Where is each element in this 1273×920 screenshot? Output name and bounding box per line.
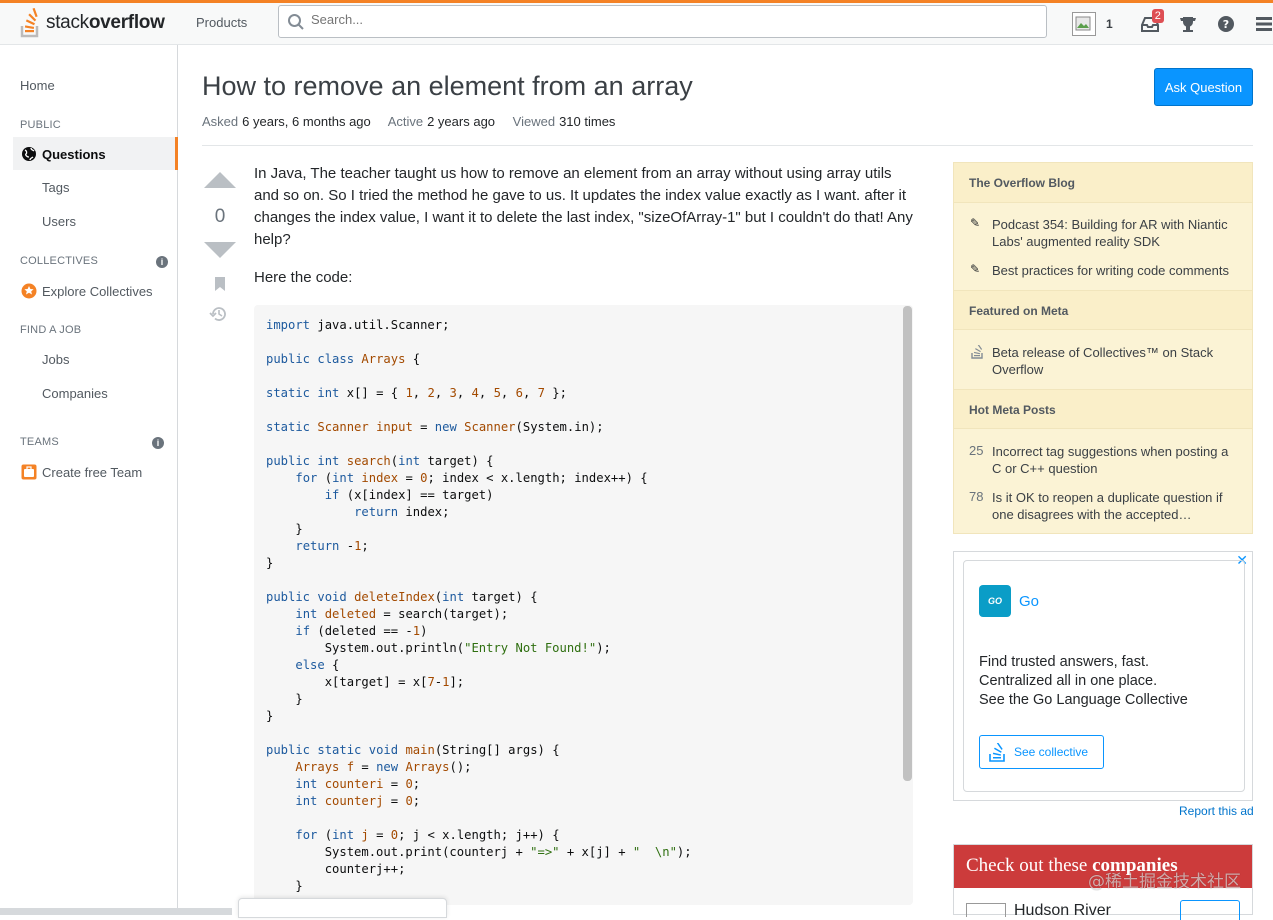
nav-home[interactable]: Home <box>20 78 55 93</box>
active-info: Active 2 years ago <box>387 114 496 129</box>
reputation-count: 1 <box>1106 17 1113 31</box>
hot-post-item[interactable]: Is it OK to reopen a duplicate question … <box>992 489 1237 523</box>
horizontal-scrollbar[interactable] <box>0 908 232 915</box>
question-body: In Java, The teacher taught us how to re… <box>254 163 914 305</box>
body-paragraph: In Java, The teacher taught us how to re… <box>254 165 913 248</box>
ad-line: See the Go Language Collective <box>979 692 1188 708</box>
question-meta: Asked 6 years, 6 months ago Active 2 years… <box>202 114 629 129</box>
body-paragraph: Here the code: <box>254 269 353 286</box>
hot-post-count: 78 <box>969 489 984 504</box>
ad-collective-name[interactable]: Go <box>1019 593 1039 610</box>
logo-text: stackoverflow <box>46 12 165 33</box>
question-title[interactable]: How to remove an element from an array <box>202 71 693 102</box>
nav-companies[interactable]: Companies <box>42 386 108 401</box>
asked-info: Asked 6 years, 6 months ago <box>202 114 371 129</box>
teams-info-icon[interactable]: i <box>152 437 164 449</box>
see-collective-button[interactable]: See collective <box>979 735 1104 769</box>
site-switcher-button[interactable] <box>1245 3 1273 45</box>
nav-create-team[interactable]: Create free Team <box>21 464 142 480</box>
teams-briefcase-icon <box>21 464 37 480</box>
stackexchange-icon <box>971 345 983 359</box>
vote-count: 0 <box>214 206 226 227</box>
ad-line: Centralized all in one place. <box>979 673 1158 689</box>
meta-item[interactable]: Beta release of Collectives™ on Stack Ov… <box>992 344 1237 378</box>
avatar[interactable] <box>1072 12 1096 36</box>
achievements-button[interactable] <box>1169 3 1207 45</box>
nav-explore-collectives-label: Explore Collectives <box>42 283 153 299</box>
products-menu[interactable]: Products <box>182 11 261 34</box>
nav-questions[interactable]: Questions <box>21 146 106 162</box>
left-sidebar: Home PUBLIC Questions Tags Users COLLECT… <box>0 45 178 915</box>
hot-meta-heading: Hot Meta Posts <box>954 389 1252 429</box>
meta-heading: Featured on Meta <box>954 290 1252 330</box>
search-input[interactable] <box>311 12 1011 27</box>
downvote-button[interactable] <box>204 242 236 258</box>
pencil-icon: ✎ <box>970 216 981 230</box>
ad-card[interactable]: GO Go Find trusted answers, fast. Centra… <box>963 560 1245 792</box>
globe-icon <box>22 147 36 161</box>
nav-users[interactable]: Users <box>42 214 76 229</box>
nav-jobs[interactable]: Jobs <box>42 352 69 367</box>
hamburger-icon <box>1255 17 1272 31</box>
go-logo-icon: GO <box>979 585 1011 617</box>
nav-create-team-label: Create free Team <box>42 464 143 480</box>
bookmark-icon[interactable] <box>214 276 226 292</box>
search-icon <box>288 14 304 30</box>
hot-post-item[interactable]: Incorrect tag suggestions when posting a… <box>992 443 1237 477</box>
follow-button[interactable] <box>1180 900 1240 920</box>
svg-text:?: ? <box>1222 18 1228 31</box>
nav-questions-label: Questions <box>42 146 106 162</box>
code-scrollbar-thumb[interactable] <box>903 306 912 781</box>
blog-item[interactable]: Best practices for writing code comments <box>992 262 1237 279</box>
pencil-icon: ✎ <box>970 262 981 276</box>
nav-explore-collectives[interactable]: Explore Collectives <box>21 283 153 299</box>
nav-tags[interactable]: Tags <box>42 180 69 195</box>
ad-text: Find trusted answers, fast. Centralized … <box>979 653 1188 710</box>
blog-item[interactable]: Podcast 354: Building for AR with Nianti… <box>992 216 1237 250</box>
ad-line: Find trusted answers, fast. <box>979 654 1150 670</box>
inbox-button[interactable]: 2 <box>1131 3 1169 45</box>
stackexchange-icon <box>989 743 1005 762</box>
code-content: import java.util.Scanner; public class A… <box>266 318 692 893</box>
see-collective-label: See collective <box>1014 745 1089 759</box>
sidebar-ad: ✕ GO Go Find trusted answers, fast. Cent… <box>953 551 1253 801</box>
search-box[interactable] <box>278 5 1047 38</box>
bottom-popup[interactable] <box>238 898 447 918</box>
ask-question-button[interactable]: Ask Question <box>1154 68 1253 106</box>
report-ad-link[interactable]: Report this ad <box>1179 804 1254 818</box>
help-icon: ? <box>1217 16 1234 32</box>
code-block[interactable]: import java.util.Scanner; public class A… <box>254 305 913 905</box>
history-icon[interactable] <box>209 305 229 323</box>
broken-image-icon <box>1075 16 1091 31</box>
top-icons: 1 2 ? <box>1068 3 1273 45</box>
nav-heading-teams: TEAMS <box>20 436 59 448</box>
inbox-badge: 2 <box>1151 9 1164 23</box>
divider <box>202 145 1253 146</box>
collectives-info-icon[interactable]: i <box>156 256 168 268</box>
nav-heading-collectives: COLLECTIVES <box>20 255 99 267</box>
top-bar: stackoverflow Products 1 2 <box>0 0 1273 45</box>
overflow-blog-widget: The Overflow Blog ✎ Podcast 354: Buildin… <box>953 162 1253 534</box>
company-name[interactable]: Hudson River <box>1014 902 1111 920</box>
nav-heading-public: PUBLIC <box>20 119 61 131</box>
nav-heading-find-job: FIND A JOB <box>20 324 82 336</box>
stackoverflow-logo-icon <box>20 8 39 38</box>
collectives-star-icon <box>21 283 37 299</box>
viewed-info: Viewed 310 times <box>512 114 616 129</box>
site-logo[interactable]: stackoverflow <box>20 6 165 40</box>
upvote-button[interactable] <box>204 172 236 188</box>
watermark-text: @稀土掘金技术社区 <box>1088 872 1241 892</box>
trophy-icon <box>1179 17 1196 32</box>
hot-post-count: 25 <box>969 443 984 458</box>
help-button[interactable]: ? <box>1207 3 1245 45</box>
blog-heading: The Overflow Blog <box>954 163 1252 203</box>
